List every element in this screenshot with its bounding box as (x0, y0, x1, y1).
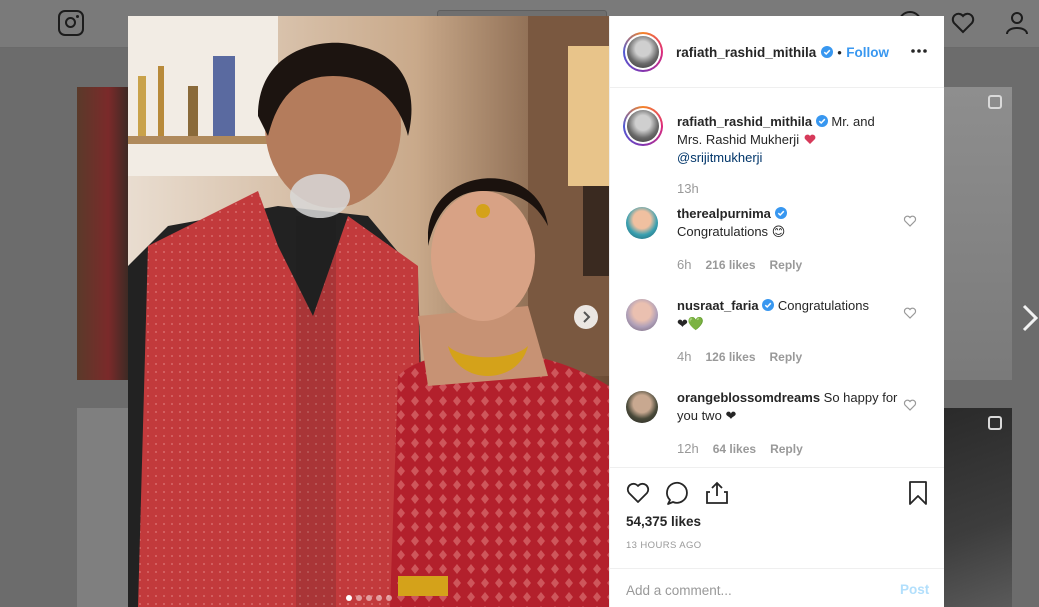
like-comment-heart-icon[interactable] (903, 398, 917, 412)
grid-thumbnail[interactable] (944, 408, 1012, 607)
like-heart-icon[interactable] (625, 480, 651, 506)
like-comment-heart-icon[interactable] (903, 214, 917, 228)
posted-time[interactable]: 13 HOURS AGO (626, 540, 702, 551)
grid-thumbnail[interactable] (944, 87, 1012, 380)
reply-button[interactable]: Reply (770, 442, 803, 456)
profile-icon[interactable] (1004, 10, 1030, 36)
comment-time[interactable]: 12h (677, 441, 699, 456)
likes-count[interactable]: 54,375 likes (626, 514, 701, 529)
comment-text: Congratulations (777, 298, 869, 313)
activity-heart-icon[interactable] (950, 10, 976, 36)
multiple-posts-icon (988, 416, 1002, 430)
header-separator: • (837, 45, 842, 60)
carousel-dot (365, 595, 372, 601)
comment-time[interactable]: 4h (677, 349, 691, 364)
commenter-avatar[interactable] (626, 391, 658, 423)
post-comment-button[interactable]: Post (900, 582, 929, 597)
comment-likes[interactable]: 64 likes (713, 442, 756, 456)
chevron-right-icon (583, 311, 591, 323)
verified-badge-icon (820, 46, 833, 58)
caption-username[interactable]: rafiath_rashid_mithila (677, 114, 812, 129)
commenter-avatar[interactable] (626, 207, 658, 239)
post-actions: 54,375 likes 13 HOURS AGO Post (610, 467, 944, 607)
grid-thumbnail[interactable] (77, 87, 129, 380)
couple-photo (128, 16, 609, 607)
caption-mention[interactable]: @srijitmukherji (677, 150, 762, 165)
carousel-dot (375, 595, 382, 601)
save-bookmark-icon[interactable] (905, 480, 931, 506)
like-comment-heart-icon[interactable] (903, 306, 917, 320)
author-avatar[interactable] (623, 32, 663, 72)
comment-time[interactable]: 6h (677, 257, 691, 272)
follow-button[interactable]: Follow (846, 45, 889, 60)
hearts-emoji: ❤💚 (677, 316, 705, 331)
carousel-dot (345, 595, 352, 601)
caption-time: 13h (677, 181, 699, 196)
post-modal: rafiath_rashid_mithila • Follow rafiath_… (128, 16, 944, 607)
next-post-arrow-icon[interactable] (1020, 303, 1039, 333)
share-icon[interactable] (704, 480, 730, 506)
comment-likes[interactable]: 126 likes (705, 350, 755, 364)
more-options-icon[interactable] (909, 46, 929, 56)
instagram-logo-icon[interactable] (58, 10, 84, 36)
comment-username[interactable]: orangeblossomdreams (677, 390, 820, 405)
heart-emoji: ❤ (725, 408, 737, 423)
commenter-avatar[interactable] (626, 299, 658, 331)
grid-thumbnail[interactable] (77, 408, 129, 607)
hearts-emoji-icon (804, 134, 816, 144)
verified-badge-icon (762, 299, 775, 311)
comment-username[interactable]: nusraat_faria (677, 298, 759, 313)
verified-badge-icon (774, 207, 787, 219)
carousel-dot (385, 595, 392, 601)
comments-list: rafiath_rashid_mithila Mr. and Mrs. Rash… (610, 89, 944, 467)
comment-username[interactable]: therealpurnima (677, 206, 771, 221)
add-comment-input[interactable] (626, 581, 876, 599)
post-photo (128, 16, 609, 607)
verified-badge-icon (815, 115, 828, 127)
post-header: rafiath_rashid_mithila • Follow (610, 16, 944, 88)
author-username[interactable]: rafiath_rashid_mithila (676, 45, 816, 60)
post-side-panel: rafiath_rashid_mithila • Follow rafiath_… (609, 16, 944, 607)
multiple-posts-icon (988, 95, 1002, 109)
add-comment-bar: Post (610, 568, 944, 607)
reply-button[interactable]: Reply (770, 258, 803, 272)
comment-text: Congratulations (677, 224, 769, 239)
caption-avatar[interactable] (623, 106, 663, 146)
reply-button[interactable]: Reply (770, 350, 803, 364)
comment-likes[interactable]: 216 likes (705, 258, 755, 272)
carousel-next-button[interactable] (574, 305, 598, 329)
carousel-indicator (128, 595, 609, 601)
carousel-dot (355, 595, 362, 601)
smile-emoji: 😊 (771, 224, 786, 239)
comment-bubble-icon[interactable] (665, 480, 691, 506)
